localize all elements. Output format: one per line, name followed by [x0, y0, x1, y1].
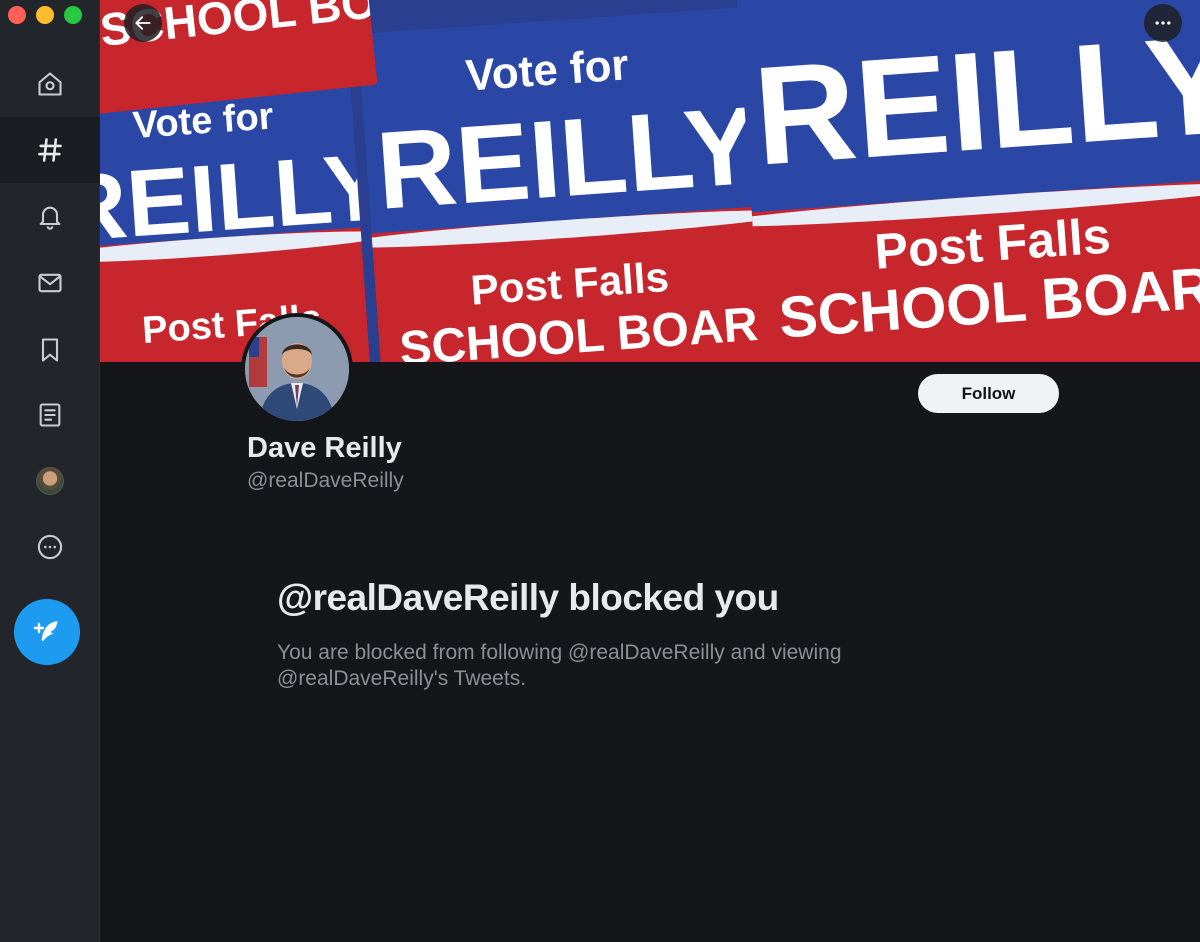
bookmark-icon	[41, 338, 59, 362]
profile-photo	[245, 317, 349, 421]
mail-icon	[38, 273, 62, 293]
profile-banner: Vote for REILLY Post Falls Vote for REIL…	[100, 0, 1200, 362]
close-window-button[interactable]	[8, 6, 26, 24]
hashtag-icon	[38, 138, 62, 162]
sidebar-item-notifications[interactable]	[0, 184, 100, 250]
maximize-window-button[interactable]	[64, 6, 82, 24]
more-horizontal-icon	[1155, 21, 1171, 25]
profile-handle: @realDaveReilly	[247, 469, 404, 492]
avatar	[36, 467, 64, 495]
minimize-window-button[interactable]	[36, 6, 54, 24]
profile-display-name: Dave Reilly	[247, 432, 402, 464]
list-icon	[39, 403, 61, 427]
arrow-left-icon	[135, 16, 151, 30]
sidebar-item-home[interactable]	[0, 51, 100, 117]
sidebar-item-profile[interactable]	[0, 448, 100, 514]
sign-name-text: REILLY	[100, 133, 372, 263]
blocked-title: @realDaveReilly blocked you	[277, 577, 779, 618]
campaign-sign: REILLY Post Falls SCHOOL BOARD	[736, 0, 1200, 362]
sign-name-text: REILLY	[372, 83, 762, 233]
more-options-button[interactable]	[1144, 4, 1182, 42]
sidebar	[0, 0, 100, 942]
sidebar-item-messages[interactable]	[0, 250, 100, 316]
bell-icon	[39, 206, 61, 230]
window-controls	[8, 6, 82, 24]
more-circle-icon	[37, 534, 63, 560]
follow-button[interactable]: Follow	[918, 374, 1059, 413]
profile-avatar[interactable]	[241, 313, 353, 425]
sidebar-item-bookmarks[interactable]	[0, 317, 100, 383]
blocked-description: You are blocked from following @realDave…	[277, 641, 842, 690]
sidebar-item-more[interactable]	[0, 514, 100, 580]
sidebar-item-explore[interactable]	[0, 117, 100, 183]
home-icon	[38, 72, 62, 96]
sidebar-item-lists[interactable]	[0, 382, 100, 448]
back-button[interactable]	[124, 4, 162, 42]
campaign-sign: Vote for REILLY Post Falls SCHOOL BOARD	[357, 6, 773, 362]
sign-name-text: REILLY	[749, 4, 1200, 195]
compose-tweet-button[interactable]	[14, 599, 80, 665]
feather-plus-icon	[33, 621, 58, 642]
